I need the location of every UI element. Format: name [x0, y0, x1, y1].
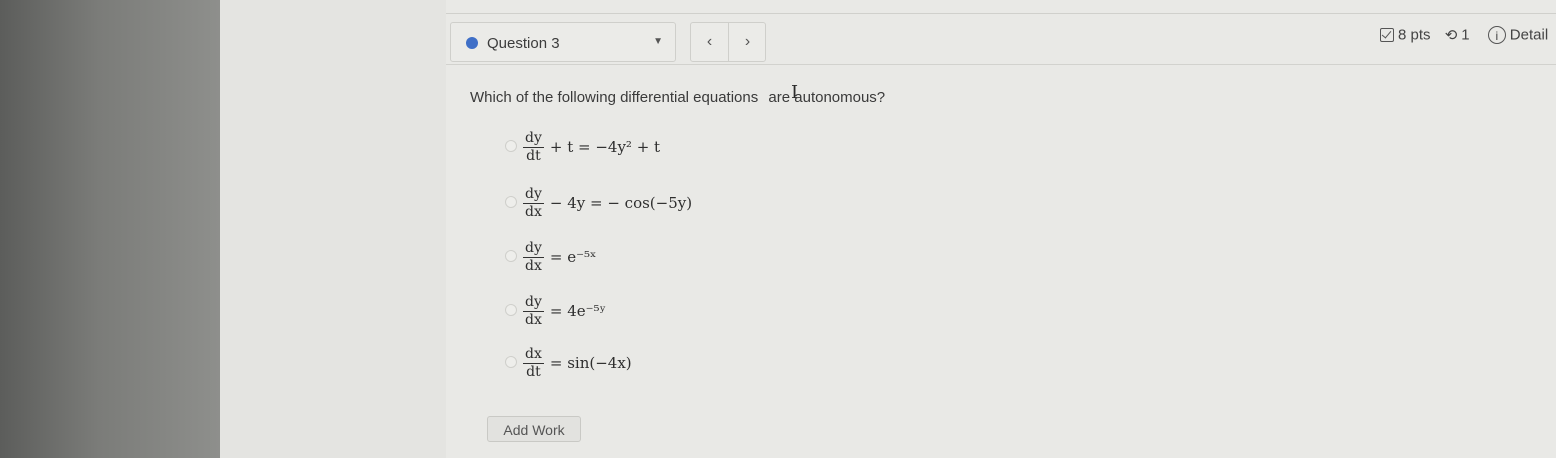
retry-icon: ⟲ [1444, 27, 1458, 45]
details-link[interactable]: Detail [1510, 27, 1548, 44]
equation-rest: + t = −4y² + t [549, 138, 661, 156]
background-left-strip [0, 0, 220, 458]
question-selector-label: Question 3 [487, 35, 560, 52]
text-cursor-icon: I [791, 82, 799, 103]
attempts-count: 1 [1461, 26, 1470, 44]
top-divider [446, 13, 1556, 14]
fraction-denominator: dx [525, 257, 542, 274]
add-work-button[interactable]: Add Work [487, 416, 581, 442]
points-label: 8 pts [1398, 26, 1431, 44]
option-math: dy dx = e⁻⁵ˣ [523, 234, 596, 280]
question-selector[interactable]: Question 3 ▼ [450, 22, 676, 62]
fraction-numerator: dx [523, 345, 544, 364]
option-checkbox[interactable] [505, 140, 517, 152]
option-checkbox[interactable] [505, 356, 517, 368]
question-nav: ‹ › [690, 22, 766, 62]
fraction-denominator: dx [525, 203, 542, 220]
option-math: dy dt + t = −4y² + t [523, 124, 660, 170]
equation-rest: − 4y = − cos(−5y) [549, 194, 693, 212]
option-checkbox[interactable] [505, 304, 517, 316]
prev-question-button[interactable]: ‹ [691, 23, 729, 61]
caret-down-icon: ▼ [653, 36, 663, 47]
question-meta: 8 pts ⟲ 1 i Detail [1380, 26, 1548, 45]
option-math: dx dt = sin(−4x) [523, 340, 632, 386]
fraction-denominator: dx [525, 311, 542, 328]
option-math: dy dx − 4y = − cos(−5y) [523, 180, 692, 226]
question-status-dot-icon [466, 37, 478, 49]
fraction-numerator: dy [523, 239, 544, 258]
header-divider [446, 64, 1556, 65]
side-pane [220, 0, 446, 458]
info-icon[interactable]: i [1487, 26, 1506, 45]
prompt-text-end: are autonomous? [768, 89, 886, 106]
question-prompt: Which of the following differential equa… [470, 89, 885, 106]
fraction-denominator: dt [526, 363, 541, 380]
fraction-numerator: dy [523, 129, 544, 148]
fraction-numerator: dy [523, 293, 544, 312]
fraction-numerator: dy [523, 185, 544, 204]
equation-rest: = 4e⁻⁵ʸ [549, 302, 606, 320]
main-pane [446, 0, 1556, 458]
option-math: dy dx = 4e⁻⁵ʸ [523, 288, 606, 334]
equation-rest: = sin(−4x) [549, 354, 632, 372]
fraction-denominator: dt [526, 147, 541, 164]
checkbox-icon [1380, 28, 1394, 43]
next-question-button[interactable]: › [729, 23, 766, 61]
prompt-text-start: Which of the following differential equa… [470, 89, 759, 106]
equation-rest: = e⁻⁵ˣ [549, 248, 597, 266]
option-checkbox[interactable] [505, 196, 517, 208]
option-checkbox[interactable] [505, 250, 517, 262]
